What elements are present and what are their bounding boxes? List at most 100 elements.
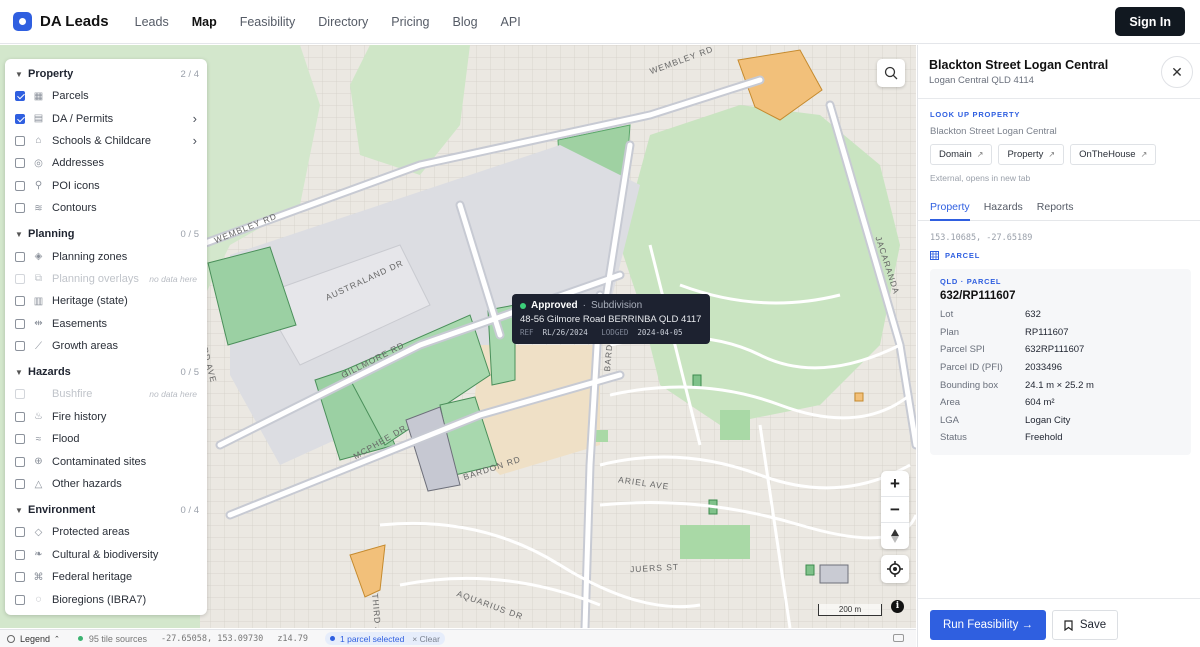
layer-checkbox[interactable] [15,296,25,307]
layer-checkbox[interactable] [15,251,25,262]
selection-pill[interactable]: 1 parcel selected × Clear [325,632,445,645]
layer-checkbox[interactable] [15,456,25,467]
attribute-value: 632RP111607 [1025,344,1085,356]
layer-item[interactable]: ❧ Cultural & biodiversity [5,544,207,566]
layer-checkbox[interactable] [15,91,25,102]
layer-group-planning[interactable]: ▼ Planning 0 / 5 [5,223,207,245]
layer-label: Cultural & biodiversity [52,548,159,561]
layer-item[interactable]: ⚲ POI icons [5,175,207,197]
layer-item[interactable]: ▤ DA / Permits › [5,107,207,129]
layer-item[interactable]: ▦ Parcels [5,85,207,107]
tab-reports[interactable]: Reports [1037,195,1074,221]
warning-icon: △ [34,478,43,490]
layer-item[interactable]: ⇹ Easements [5,313,207,335]
clear-selection-button[interactable]: × Clear [412,634,440,644]
layer-checkbox[interactable] [15,572,25,583]
legend-icon [7,634,15,643]
attribute-key: Bounding box [940,379,999,391]
layer-label: POI icons [52,179,100,192]
sign-in-button[interactable]: Sign In [1115,7,1185,36]
layer-checkbox[interactable] [15,549,25,560]
tooltip-status: Approved [531,300,578,311]
layer-item: ⧉ Planning overlays no data here [5,268,207,290]
layer-item[interactable]: ◌ Bioregions (IBRA7) [5,588,207,610]
layer-item[interactable]: ≈ Flood [5,428,207,450]
layer-checkbox[interactable] [15,411,25,422]
external-link-icon: ↗ [1048,150,1056,159]
zoom-out-button[interactable]: − [881,497,909,523]
layer-checkbox[interactable] [15,318,25,329]
close-button[interactable]: ✕ [1161,56,1193,88]
chart-icon: ⟋ [35,340,42,352]
cursor-coords: -27.65058, 153.09730 [160,633,264,644]
attribute-value: 604 m² [1025,397,1055,409]
nav-api[interactable]: API [501,15,521,29]
zoom-in-button[interactable]: + [881,471,909,497]
layer-group-hazards[interactable]: ▼ Hazards 0 / 5 [5,361,207,383]
scale-bar: 200 m [818,604,882,616]
layer-label: Growth areas [52,340,119,353]
layer-checkbox[interactable] [15,594,25,605]
property-panel: Blackton Street Logan Central Logan Cent… [917,45,1200,647]
layer-item[interactable]: ◎ Addresses [5,152,207,174]
layer-item[interactable]: ⌘ Federal heritage [5,566,207,588]
layer-item[interactable]: ≋ Contours [5,197,207,219]
attribute-value: Freehold [1025,432,1063,444]
layer-item[interactable]: ♨ Fire history [5,406,207,428]
tab-hazards[interactable]: Hazards [984,195,1023,221]
nav-pricing[interactable]: Pricing [391,15,429,29]
region-icon: ◌ [35,594,42,606]
attribute-key: Parcel ID (PFI) [940,362,1003,374]
nav-directory[interactable]: Directory [318,15,368,29]
compass-button[interactable] [881,523,909,549]
layer-group-environment[interactable]: ▼ Environment 0 / 4 [5,499,207,521]
grid-icon [930,251,939,260]
layer-label: Planning overlays [52,272,139,285]
onthehouse-link[interactable]: OnTheHouse ↗ [1070,144,1157,165]
nav-leads[interactable]: Leads [135,15,169,29]
layer-item[interactable]: ◈ Planning zones [5,245,207,267]
locate-button[interactable] [881,555,909,583]
layer-item[interactable]: △ Other hazards [5,473,207,495]
layer-checkbox[interactable] [15,135,25,146]
domain-link[interactable]: Domain ↗ [930,144,993,165]
layer-checkbox[interactable] [15,527,25,538]
layer-checkbox[interactable] [15,158,25,169]
tooltip-type: Subdivision [591,300,643,311]
layer-checkbox[interactable] [15,113,25,124]
bookmark-icon [1064,619,1073,631]
layer-item[interactable]: ◇ Protected areas [5,521,207,543]
layer-checkbox[interactable] [15,180,25,191]
no-data-note: no data here [149,389,197,400]
property-link[interactable]: Property ↗ [998,144,1065,165]
chevron-right-icon[interactable]: › [193,111,197,126]
attribution-info-button[interactable]: i [891,600,904,613]
nav-blog[interactable]: Blog [453,15,478,29]
layer-item[interactable]: ▥ Heritage (state) [5,290,207,312]
run-feasibility-button[interactable]: Run Feasibility → [930,610,1046,640]
nav-map[interactable]: Map [192,15,217,29]
layer-checkbox[interactable] [15,203,25,214]
compass-icon [891,529,899,543]
brand[interactable]: DA Leads [13,12,109,31]
layer-item[interactable]: ⟋ Growth areas [5,335,207,357]
attribute-row: Lot 632 [940,306,1181,324]
legend-toggle[interactable]: Legend ⌃ [7,634,60,644]
save-button[interactable]: Save [1052,610,1118,640]
layer-checkbox[interactable] [15,434,25,445]
layer-checkbox[interactable] [15,479,25,490]
layer-item[interactable]: ⌂ Schools & Childcare › [5,130,207,152]
map-search-button[interactable] [877,59,905,87]
layer-checkbox[interactable] [15,341,25,352]
parcel-card: QLD · PARCEL 632/RP111607 Lot 632 Plan RP11… [930,269,1191,455]
attribute-row: Area 604 m² [940,394,1181,412]
layer-group-property[interactable]: ▼ Property 2 / 4 [5,63,207,85]
layer-label: Contours [52,202,97,215]
chevron-right-icon[interactable]: › [193,133,197,148]
keyboard-icon[interactable] [893,634,904,642]
tab-property[interactable]: Property [930,195,970,221]
lookup-heading: LOOK UP PROPERTY [930,110,1021,119]
layer-item[interactable]: ⊕ Contaminated sites [5,450,207,472]
nav-feasibility[interactable]: Feasibility [240,15,296,29]
hazard-circle-icon: ⊕ [34,456,43,468]
